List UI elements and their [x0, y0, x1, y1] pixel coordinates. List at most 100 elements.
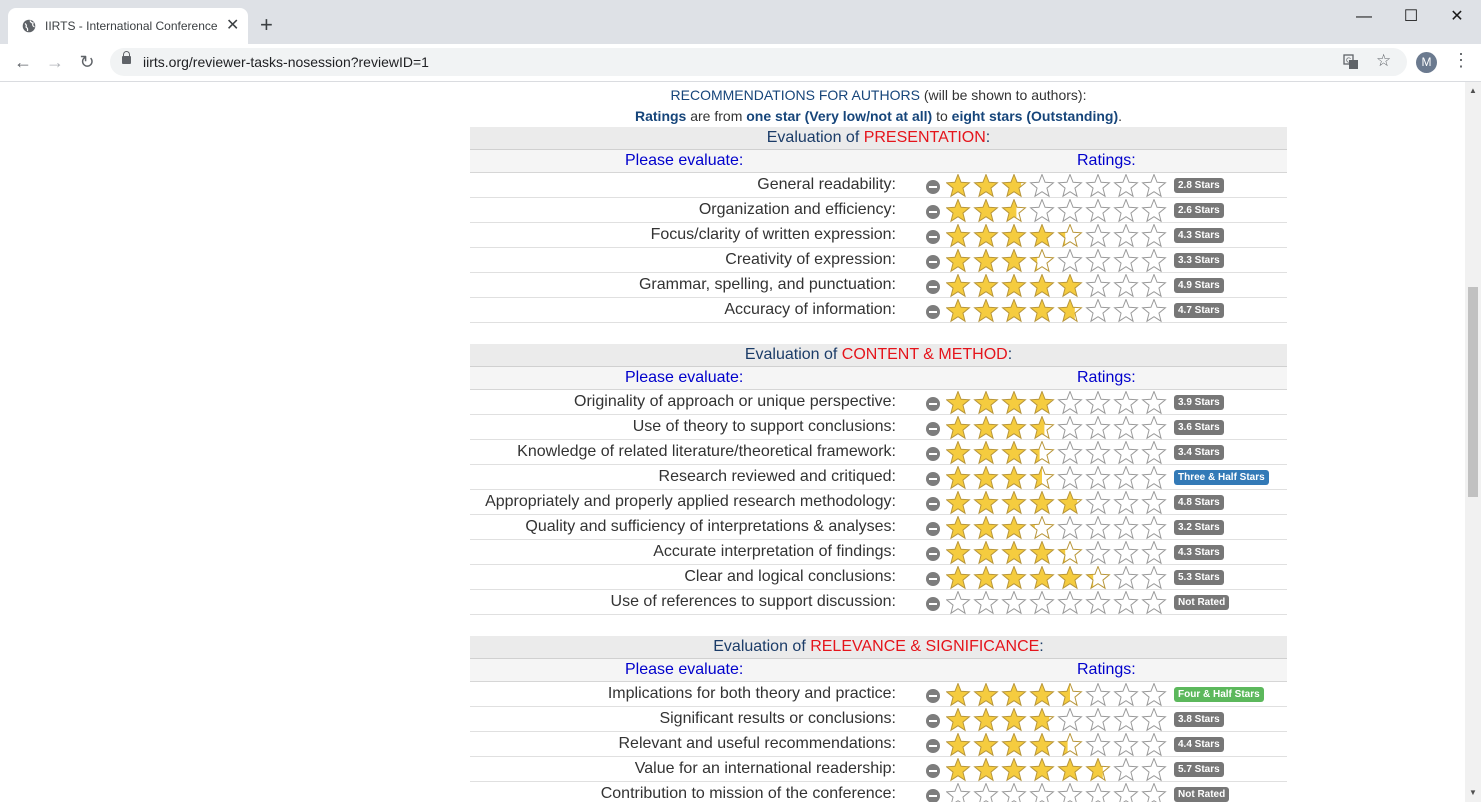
star-icon[interactable] [973, 441, 999, 465]
star-icon[interactable] [1141, 416, 1167, 440]
star-icon[interactable] [946, 299, 971, 323]
star-icon[interactable] [1029, 199, 1055, 223]
profile-avatar[interactable]: M [1416, 52, 1437, 73]
browser-tab[interactable]: IIRTS - International Conference o ✕ [8, 8, 248, 44]
star-icon[interactable] [1001, 199, 1027, 223]
clear-rating-icon[interactable] [926, 180, 940, 194]
star-icon[interactable] [1057, 591, 1083, 615]
star-rating[interactable] [946, 491, 1170, 515]
star-icon[interactable] [1113, 416, 1139, 440]
star-icon[interactable] [946, 708, 971, 732]
star-icon[interactable] [1029, 758, 1055, 782]
star-icon[interactable] [973, 466, 999, 490]
star-icon[interactable] [1085, 516, 1111, 540]
star-icon[interactable] [1141, 541, 1167, 565]
star-icon[interactable] [1029, 783, 1055, 802]
star-icon[interactable] [1141, 516, 1167, 540]
clear-rating-icon[interactable] [926, 547, 940, 561]
star-icon[interactable] [1141, 224, 1167, 248]
star-icon[interactable] [973, 416, 999, 440]
star-icon[interactable] [1057, 249, 1083, 273]
star-icon[interactable] [1001, 224, 1027, 248]
star-icon[interactable] [1141, 491, 1167, 515]
star-icon[interactable] [1001, 174, 1027, 198]
star-icon[interactable] [1057, 299, 1083, 323]
back-arrow-icon[interactable]: ← [11, 50, 35, 74]
star-icon[interactable] [946, 249, 971, 273]
star-icon[interactable] [946, 466, 971, 490]
star-icon[interactable] [946, 733, 971, 757]
star-icon[interactable] [1141, 441, 1167, 465]
star-icon[interactable] [973, 224, 999, 248]
star-icon[interactable] [1085, 391, 1111, 415]
star-icon[interactable] [1085, 274, 1111, 298]
star-icon[interactable] [946, 566, 971, 590]
star-icon[interactable] [1029, 683, 1055, 707]
star-icon[interactable] [1029, 274, 1055, 298]
clear-rating-icon[interactable] [926, 522, 940, 536]
clear-rating-icon[interactable] [926, 422, 940, 436]
star-rating[interactable] [946, 299, 1170, 323]
star-icon[interactable] [1057, 274, 1083, 298]
star-icon[interactable] [1113, 224, 1139, 248]
star-icon[interactable] [1029, 491, 1055, 515]
star-icon[interactable] [1113, 441, 1139, 465]
star-icon[interactable] [1113, 733, 1139, 757]
star-icon[interactable] [1001, 274, 1027, 298]
star-icon[interactable] [1141, 591, 1167, 615]
star-icon[interactable] [1001, 783, 1027, 802]
star-icon[interactable] [1085, 733, 1111, 757]
address-bar[interactable]: iirts.org/reviewer-tasks-nosession?revie… [110, 48, 1407, 76]
star-icon[interactable] [1001, 683, 1027, 707]
star-icon[interactable] [1029, 733, 1055, 757]
star-icon[interactable] [1113, 391, 1139, 415]
star-icon[interactable] [946, 783, 971, 802]
star-icon[interactable] [973, 299, 999, 323]
star-icon[interactable] [1001, 441, 1027, 465]
star-icon[interactable] [1113, 516, 1139, 540]
star-icon[interactable] [1113, 566, 1139, 590]
star-rating[interactable] [946, 566, 1170, 590]
star-icon[interactable] [1085, 683, 1111, 707]
star-icon[interactable] [973, 708, 999, 732]
clear-rating-icon[interactable] [926, 572, 940, 586]
star-icon[interactable] [1113, 708, 1139, 732]
star-icon[interactable] [1029, 466, 1055, 490]
star-icon[interactable] [946, 416, 971, 440]
star-icon[interactable] [1029, 174, 1055, 198]
star-icon[interactable] [1085, 758, 1111, 782]
star-icon[interactable] [1085, 541, 1111, 565]
close-window-button[interactable]: ✕ [1434, 4, 1480, 30]
star-icon[interactable] [973, 174, 999, 198]
star-icon[interactable] [1001, 591, 1027, 615]
clear-rating-icon[interactable] [926, 739, 940, 753]
star-icon[interactable] [1085, 491, 1111, 515]
clear-rating-icon[interactable] [926, 305, 940, 319]
star-icon[interactable] [1057, 783, 1083, 802]
star-icon[interactable] [1085, 299, 1111, 323]
star-icon[interactable] [946, 758, 971, 782]
star-icon[interactable] [1141, 249, 1167, 273]
star-rating[interactable] [946, 683, 1170, 707]
reload-icon[interactable]: ↻ [75, 50, 99, 74]
scroll-up-icon[interactable]: ▲ [1469, 86, 1477, 95]
star-icon[interactable] [946, 174, 971, 198]
star-rating[interactable] [946, 199, 1170, 223]
star-icon[interactable] [973, 491, 999, 515]
star-icon[interactable] [1029, 566, 1055, 590]
star-icon[interactable] [946, 224, 971, 248]
star-icon[interactable] [1113, 491, 1139, 515]
star-icon[interactable] [1057, 199, 1083, 223]
star-icon[interactable] [1001, 416, 1027, 440]
star-icon[interactable] [1113, 249, 1139, 273]
star-icon[interactable] [1029, 416, 1055, 440]
star-icon[interactable] [1029, 441, 1055, 465]
star-rating[interactable] [946, 733, 1170, 757]
star-icon[interactable] [1057, 758, 1083, 782]
star-icon[interactable] [946, 274, 971, 298]
star-icon[interactable] [1141, 299, 1167, 323]
star-icon[interactable] [1141, 683, 1167, 707]
star-icon[interactable] [1085, 416, 1111, 440]
star-icon[interactable] [973, 516, 999, 540]
star-icon[interactable] [973, 391, 999, 415]
